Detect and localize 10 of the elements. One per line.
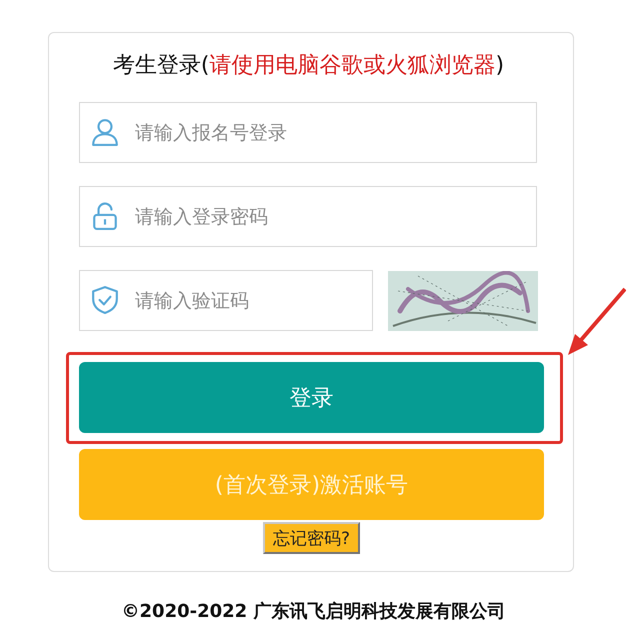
copyright-text: ©2020-2022 广东讯飞启明科技发展有限公司 <box>122 600 506 624</box>
lock-icon <box>91 202 119 230</box>
person-icon <box>91 118 119 146</box>
login-title: 考生登录(请使用电脑谷歌或火狐浏览器) <box>112 52 504 80</box>
shield-check-icon <box>91 286 119 314</box>
login-button[interactable]: 登录 <box>79 362 544 433</box>
username-field[interactable]: 请输入报名号登录 <box>79 102 537 163</box>
password-field[interactable]: 请输入登录密码 <box>79 186 537 247</box>
forgot-password-button[interactable]: 忘记密码? <box>262 522 360 554</box>
captcha-field[interactable]: 请输入验证码 <box>79 270 373 331</box>
